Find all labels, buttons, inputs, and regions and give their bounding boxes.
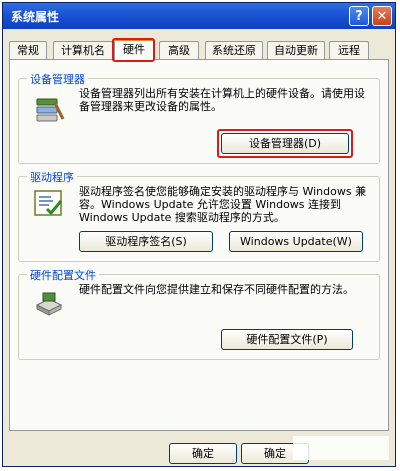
tab-system-restore[interactable]: 系统还原 [205, 41, 263, 59]
hardware-profiles-group-title: 硬件配置文件 [27, 267, 99, 283]
close-button[interactable]: ✕ [372, 6, 392, 26]
hardware-profiles-description: 硬件配置文件向您提供建立和保存不同硬件配置的方法。 [79, 283, 354, 296]
drivers-group-title: 驱动程序 [27, 169, 77, 185]
tab-general[interactable]: 常规 [9, 41, 47, 59]
device-manager-description: 设备管理器列出所有安装在计算机上的硬件设备。请使用设备管理器来更改设备的属性。 [79, 87, 365, 113]
drivers-description: 驱动程序签名使您能够确定安装的驱动程序与 Windows 兼容。Windows … [79, 185, 367, 224]
driver-signing-icon [34, 190, 63, 216]
hardware-profiles-group: 硬件配置文件 硬件配置文件向您提供建立和保存不同硬件配置的方法。 硬件配置文件(… [18, 267, 380, 360]
hardware-tab-highlight [112, 38, 155, 62]
tab-automatic-updates[interactable]: 自动更新 [267, 41, 325, 59]
device-manager-icon [36, 98, 65, 122]
system-properties-window: 系统属性 ? ✕ 常规 计算机名 硬件 高级 系统还原 自动更新 远程 设备管理… [2, 2, 396, 467]
device-manager-group-title: 设备管理器 [27, 71, 88, 87]
help-button[interactable]: ? [349, 6, 369, 26]
title-bar[interactable]: 系统属性 ? ✕ [3, 3, 395, 29]
hardware-tab-panel: 设备管理器 设备管理器列出所有安装在计算机上的硬件设备。请使用设备管理器来更改设… [9, 59, 389, 431]
drivers-group: 驱动程序 驱动程序签名使您能够确定安装的驱动程序与 Windows 兼容。Win… [18, 169, 380, 262]
watermark-overlay [293, 436, 389, 460]
tab-advanced[interactable]: 高级 [159, 41, 199, 59]
tab-computer-name[interactable]: 计算机名 [53, 41, 113, 59]
device-manager-group: 设备管理器 设备管理器列出所有安装在计算机上的硬件设备。请使用设备管理器来更改设… [18, 71, 380, 164]
driver-signing-button[interactable]: 驱动程序签名(S) [79, 231, 213, 252]
windows-update-button[interactable]: Windows Update(W) [229, 231, 363, 252]
tab-remote[interactable]: 远程 [329, 41, 369, 59]
hardware-profiles-button[interactable]: 硬件配置文件(P) [221, 329, 353, 350]
ok-button[interactable]: 确定 [169, 443, 237, 464]
hardware-profile-icon [35, 292, 63, 316]
window-title: 系统属性 [11, 10, 60, 24]
device-manager-button-highlight [217, 129, 353, 158]
